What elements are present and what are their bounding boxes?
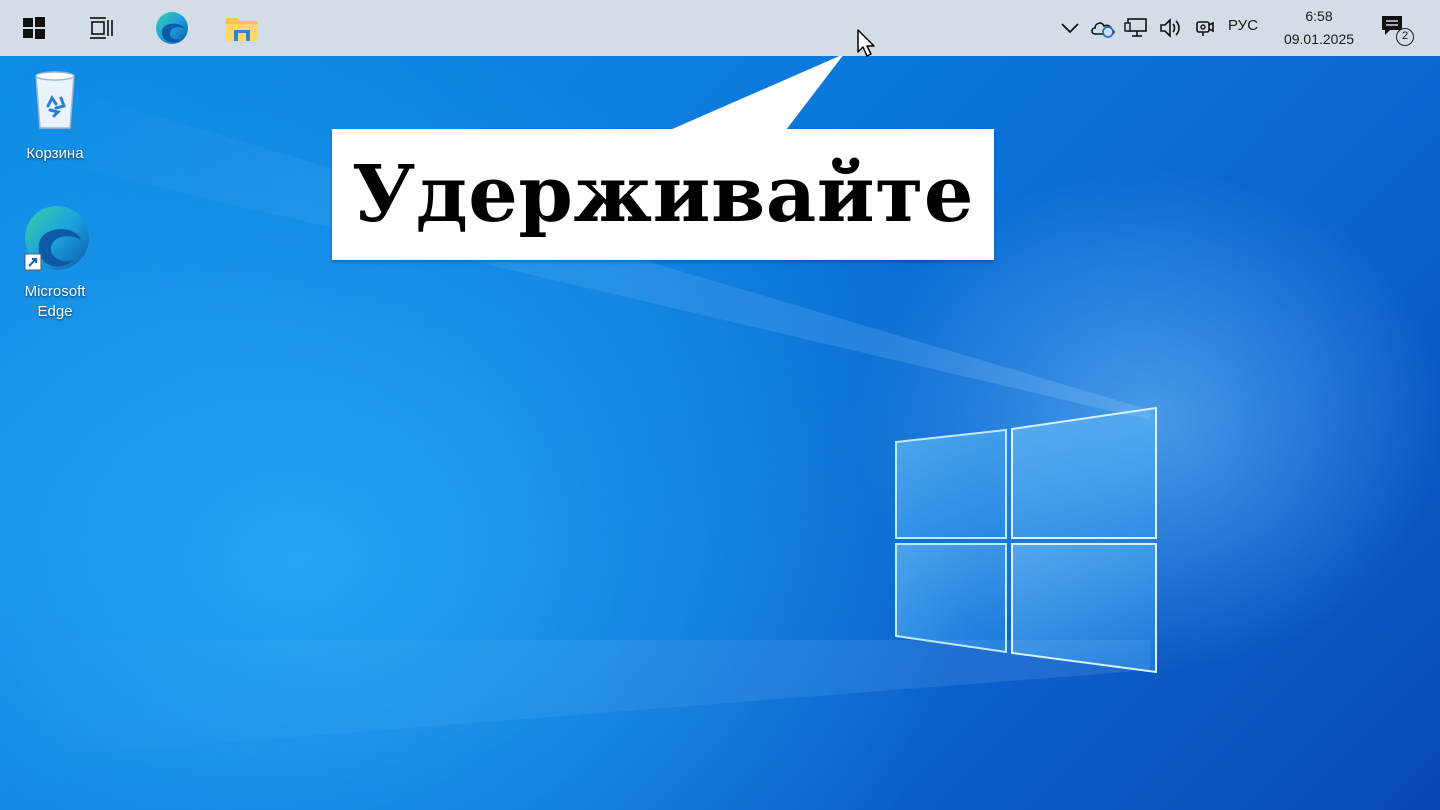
- onedrive-sync-icon: [1091, 22, 1115, 38]
- mouse-cursor-icon: [857, 29, 875, 57]
- callout-pointer: [670, 54, 844, 130]
- folder-icon: [226, 18, 258, 41]
- desktop-icon-label-line1: Microsoft: [24, 283, 86, 300]
- edge-shortcut-icon: [24, 206, 89, 271]
- callout-box: Удерживайте: [332, 129, 994, 260]
- volume-tray-button[interactable]: [1158, 14, 1184, 42]
- show-hidden-icons-button[interactable]: [1057, 14, 1083, 42]
- taskbar: РУС 6:58 09.01.2025 2: [0, 0, 1440, 56]
- clock[interactable]: 6:58 09.01.2025: [1276, 5, 1362, 51]
- notification-count-badge: 2: [1396, 28, 1414, 46]
- action-center-button[interactable]: 2: [1376, 10, 1420, 50]
- clock-date: 09.01.2025: [1283, 31, 1355, 47]
- edge-icon: [156, 12, 188, 44]
- desktop-icon-edge[interactable]: Microsoft Edge: [10, 204, 100, 322]
- windows-logo-wallpaper: [895, 406, 1157, 674]
- desktop: Корзина Microsoft Edge Удерживайте: [0, 0, 1440, 810]
- desktop-icon-label: Корзина: [26, 145, 84, 162]
- callout-text: Удерживайте: [351, 149, 975, 240]
- recycle-bin-icon: [35, 71, 75, 129]
- taskbar-explorer-button[interactable]: [214, 0, 270, 56]
- start-button[interactable]: [6, 0, 62, 56]
- chevron-up-icon: [1061, 23, 1079, 34]
- network-icon: [1124, 18, 1147, 37]
- clock-time: 6:58: [1305, 8, 1333, 24]
- network-tray-button[interactable]: [1124, 14, 1150, 42]
- onedrive-tray-button[interactable]: [1090, 14, 1116, 42]
- taskbar-edge-button[interactable]: [144, 0, 200, 56]
- meet-now-icon: [1196, 21, 1214, 36]
- desktop-icon-label-line2: Edge: [37, 303, 73, 320]
- volume-icon: [1160, 18, 1180, 38]
- desktop-icon-recycle-bin[interactable]: Корзина: [10, 68, 100, 164]
- task-view-button[interactable]: [73, 0, 129, 56]
- input-language-indicator[interactable]: РУС: [1228, 17, 1258, 34]
- windows-start-icon: [23, 17, 45, 39]
- meet-now-tray-button[interactable]: [1192, 14, 1218, 42]
- task-view-icon: [90, 17, 113, 39]
